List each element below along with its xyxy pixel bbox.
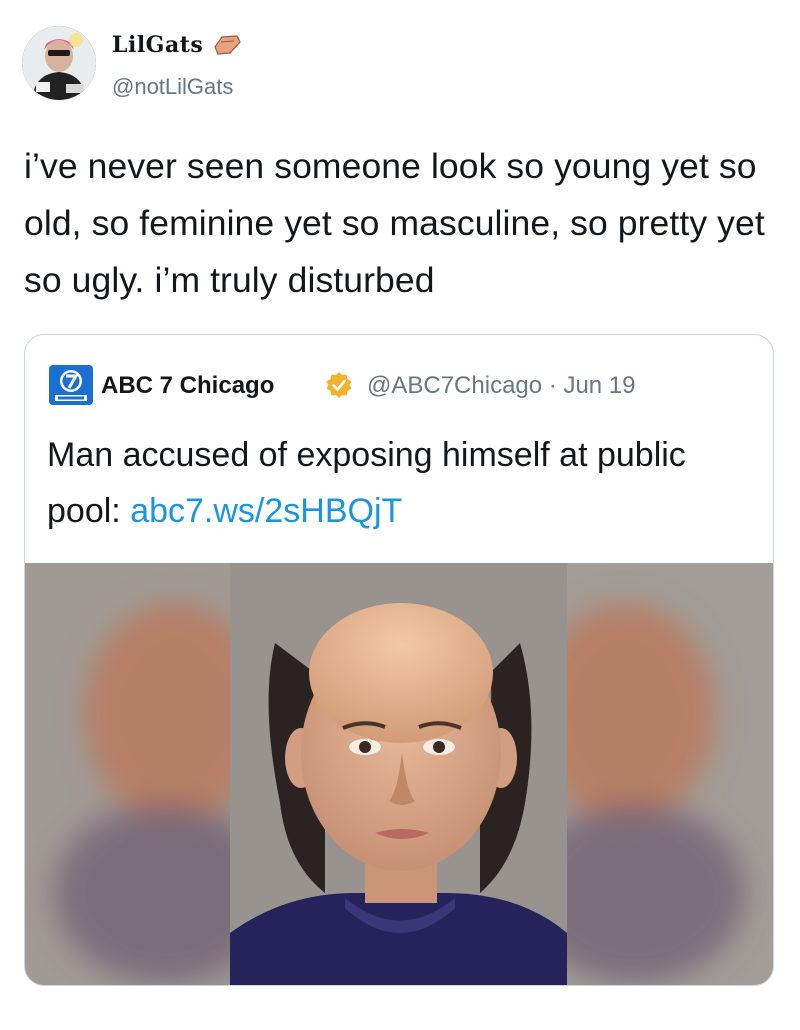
quoted-tweet-text: Man accused of exposing himself at publi… bbox=[47, 427, 747, 539]
tweet-author[interactable]: LilGats @notLilGats bbox=[22, 26, 622, 102]
quoted-tweet-card[interactable]: ABC 7 Chicago @ABC7Chicago · Jun 19 Man … bbox=[24, 334, 774, 986]
quoted-tweet-header: ABC 7 Chicago @ABC7Chicago · Jun 19 bbox=[49, 365, 749, 405]
author-handle[interactable]: @notLilGats bbox=[112, 74, 242, 100]
coffin-icon bbox=[212, 34, 242, 56]
mugshot-photo[interactable] bbox=[25, 563, 773, 985]
tweet: LilGats @notLilGats i’ve never seen some… bbox=[0, 0, 800, 1030]
user-avatar[interactable] bbox=[22, 26, 96, 100]
verified-badge-icon bbox=[325, 371, 353, 399]
quoted-link[interactable]: abc7.ws/2sHBQjT bbox=[130, 492, 402, 530]
author-display-name[interactable]: LilGats bbox=[112, 32, 203, 58]
quoted-handle-date[interactable]: @ABC7Chicago · Jun 19 bbox=[367, 372, 636, 400]
tweet-text: i’ve never seen someone look so young ye… bbox=[24, 146, 765, 300]
abc7-logo-icon bbox=[49, 365, 93, 405]
quoted-author-name[interactable]: ABC 7 Chicago bbox=[101, 372, 274, 400]
